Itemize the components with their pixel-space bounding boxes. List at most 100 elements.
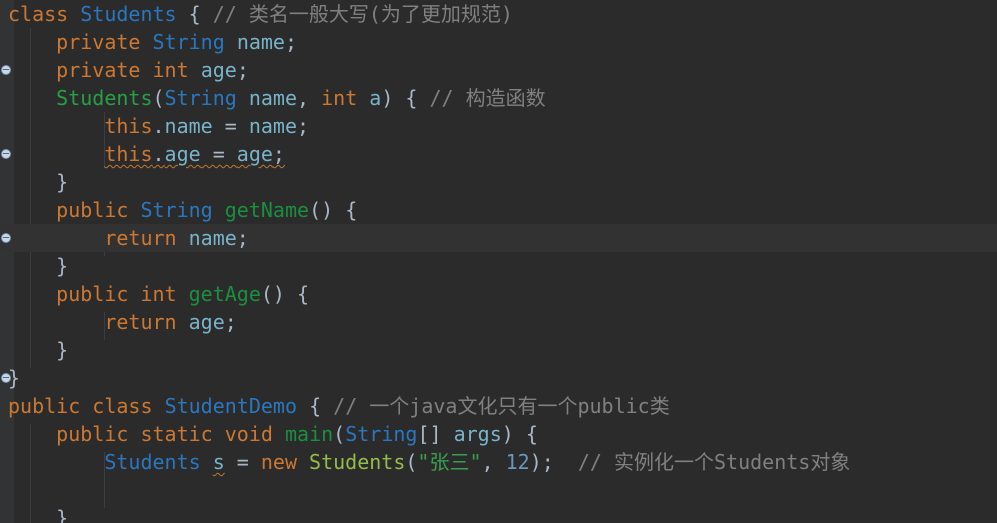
code-line[interactable]: public class StudentDemo { // 一个java文化只有…: [0, 392, 997, 420]
code-editor[interactable]: class Students { // 类名一般大写(为了更加规范) priva…: [0, 0, 997, 523]
code-line[interactable]: }: [0, 252, 997, 280]
code-line-text: public int getAge() {: [0, 280, 309, 308]
constructor-marker[interactable]: [1, 65, 11, 75]
code-line[interactable]: }: [0, 364, 997, 392]
code-token: (: [333, 422, 346, 446]
code-line-text: private int age;: [0, 56, 249, 84]
code-line[interactable]: public String getName() {: [0, 196, 997, 224]
code-token: int: [140, 282, 177, 306]
getname-method-marker[interactable]: [1, 149, 11, 159]
code-token: }: [56, 254, 69, 278]
code-token: (: [152, 86, 165, 110]
code-token: Students: [104, 450, 201, 474]
code-token: Students: [80, 2, 177, 26]
code-token: {: [297, 282, 310, 306]
code-line[interactable]: }: [0, 504, 997, 523]
code-line[interactable]: Students(String name, int a) { // 构造函数: [0, 84, 997, 112]
code-line[interactable]: private int age;: [0, 56, 997, 84]
code-token: name: [236, 30, 285, 54]
code-token: 12: [505, 450, 530, 474]
code-token: =: [212, 114, 249, 138]
code-line[interactable]: this.name = name;: [0, 112, 997, 140]
code-line-text: }: [0, 168, 68, 196]
code-line[interactable]: Students s = new Students("张三", 12); // …: [0, 448, 997, 476]
code-token: this: [104, 114, 153, 138]
code-token: }: [56, 338, 69, 362]
code-token: (): [309, 198, 346, 222]
code-token: String: [152, 30, 225, 54]
code-token: Students: [56, 86, 153, 110]
code-line[interactable]: return name;: [0, 224, 997, 252]
code-token: a: [369, 86, 382, 110]
code-token: static: [140, 422, 213, 446]
code-token: age: [164, 142, 201, 166]
code-token: =: [224, 450, 261, 474]
code-line-text: }: [0, 336, 68, 364]
code-token: StudentDemo: [164, 394, 298, 418]
code-lines[interactable]: class Students { // 类名一般大写(为了更加规范) priva…: [0, 0, 997, 523]
code-token: getName: [224, 198, 310, 222]
code-token: public: [8, 394, 81, 418]
code-line[interactable]: return age;: [0, 308, 997, 336]
code-token: {: [345, 198, 358, 222]
code-line[interactable]: }: [0, 336, 997, 364]
code-token: ;: [224, 310, 237, 334]
code-token: getAge: [188, 282, 261, 306]
code-token: public: [56, 422, 129, 446]
code-token: class: [92, 394, 153, 418]
code-line[interactable]: class Students { // 类名一般大写(为了更加规范): [0, 0, 997, 28]
code-token: []: [417, 422, 454, 446]
code-token: name: [248, 114, 298, 138]
code-line[interactable]: [0, 476, 997, 504]
code-line[interactable]: public static void main(String[] args) {: [0, 420, 997, 448]
code-token: ;: [272, 142, 285, 166]
code-token: int: [321, 86, 358, 110]
code-token: ,: [481, 450, 506, 474]
code-token: new: [260, 450, 297, 474]
code-line-text: this.age = age;: [0, 140, 285, 168]
code-token: ;: [236, 226, 249, 250]
code-line-text: public String getName() {: [0, 196, 357, 224]
code-token: age: [236, 142, 273, 166]
code-token: void: [224, 422, 273, 446]
code-token: {: [405, 86, 418, 110]
code-token: s: [212, 450, 225, 474]
code-line[interactable]: this.age = age;: [0, 140, 997, 168]
code-token: "张三": [417, 450, 482, 474]
code-line-text: }: [0, 252, 68, 280]
getage-method-marker[interactable]: [1, 233, 11, 243]
code-token: // 构造函数: [429, 86, 546, 110]
code-token: // 实例化一个Students对象: [577, 450, 851, 474]
main-method-marker[interactable]: [1, 373, 11, 383]
code-token: return: [104, 226, 177, 250]
code-token: (): [260, 282, 298, 306]
code-line[interactable]: }: [0, 168, 997, 196]
code-token: class: [8, 2, 69, 26]
code-line[interactable]: private String name;: [0, 28, 997, 56]
code-token: return: [104, 310, 177, 334]
code-line[interactable]: public int getAge() {: [0, 280, 997, 308]
